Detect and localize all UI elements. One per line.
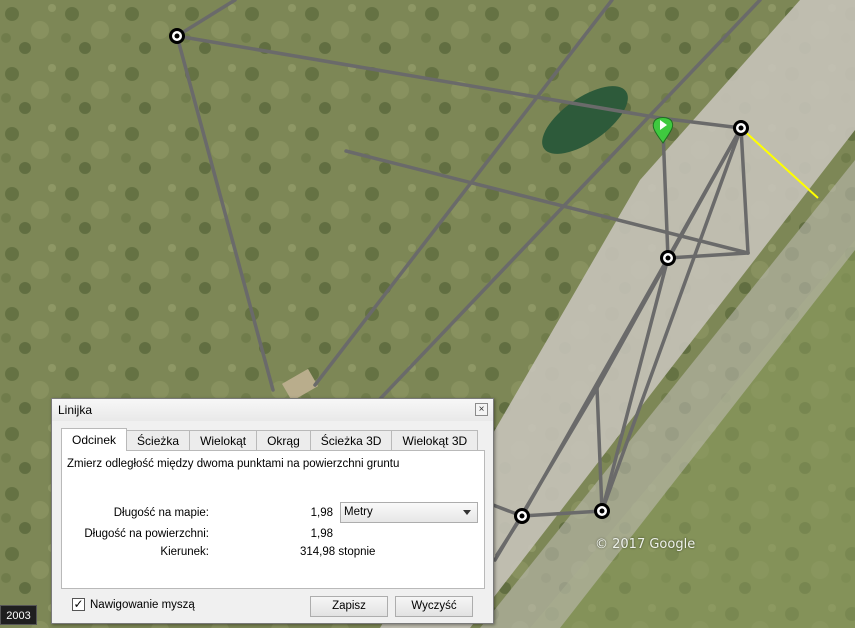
close-icon[interactable]: × <box>475 403 488 416</box>
tab-bar: Odcinek Ścieżka Wielokąt Okrąg Ścieżka 3… <box>61 428 479 451</box>
unit-dropdown-value: Metry <box>344 506 373 518</box>
mouse-nav-checkbox[interactable]: ✓ <box>72 598 85 611</box>
map-copyright: © 2017 Google <box>595 537 696 552</box>
vertex-marker[interactable] <box>733 120 749 136</box>
ground-length-label: Długość na powierzchni: <box>84 528 209 540</box>
clear-button[interactable]: Wyczyść <box>395 596 473 617</box>
dialog-titlebar[interactable]: Linijka × <box>52 399 493 421</box>
chevron-down-icon <box>463 510 471 515</box>
vertex-marker[interactable] <box>514 508 530 524</box>
measure-description: Zmierz odległość między dwoma punktami n… <box>67 458 400 470</box>
vertex-marker[interactable] <box>169 28 185 44</box>
ground-length-value: 1,98 <box>310 528 333 540</box>
vertex-marker[interactable] <box>594 503 610 519</box>
save-button[interactable]: Zapisz <box>310 596 388 617</box>
tab-odcinek[interactable]: Odcinek <box>61 428 128 451</box>
tab-panel: Zmierz odległość między dwoma punktami n… <box>61 450 485 589</box>
heading-label: Kierunek: <box>160 546 209 558</box>
map-length-value: 1,98 <box>310 507 333 519</box>
tab-wielokat[interactable]: Wielokąt <box>189 430 258 450</box>
ruler-dialog: Linijka × Odcinek Ścieżka Wielokąt Okrąg… <box>51 398 494 624</box>
vertex-marker[interactable] <box>660 250 676 266</box>
map-length-label: Długość na mapie: <box>113 507 209 519</box>
heading-value: 314,98 stopnie <box>300 546 376 558</box>
imagery-year-badge[interactable]: 2003 <box>0 605 37 625</box>
dialog-title: Linijka <box>58 403 93 417</box>
unit-dropdown[interactable]: Metry <box>340 502 478 523</box>
tab-okrag[interactable]: Okrąg <box>256 430 311 450</box>
tab-sciezka-3d[interactable]: Ścieżka 3D <box>309 430 393 450</box>
tab-sciezka[interactable]: Ścieżka <box>126 430 191 450</box>
mouse-nav-label[interactable]: Nawigowanie myszą <box>90 599 195 611</box>
tab-wielokat-3d[interactable]: Wielokąt 3D <box>391 430 479 450</box>
